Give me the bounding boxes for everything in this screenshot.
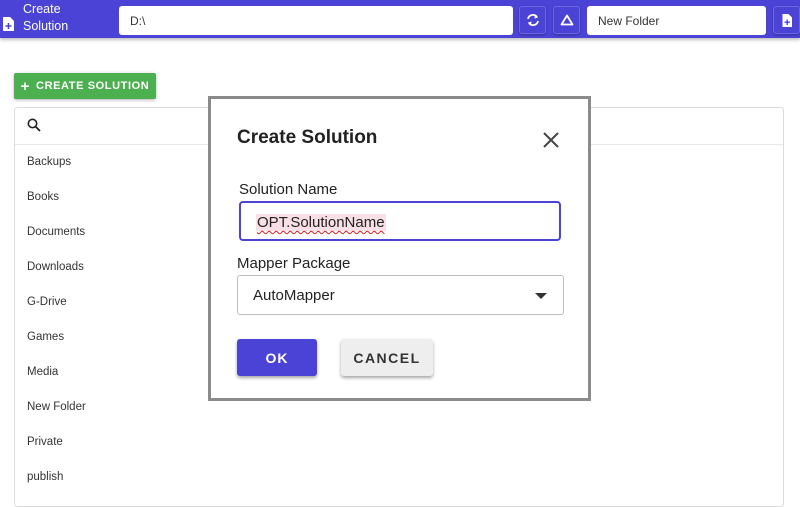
chevron-down-icon	[535, 293, 547, 299]
dialog-title: Create Solution	[237, 127, 378, 148]
cancel-button[interactable]: CANCEL	[341, 339, 433, 376]
mapper-package-value: AutoMapper	[253, 287, 335, 304]
mapper-package-label: Mapper Package	[237, 255, 351, 272]
mapper-package-select[interactable]: AutoMapper	[237, 275, 564, 315]
ok-button[interactable]: OK	[237, 339, 317, 376]
solution-name-label: Solution Name	[239, 181, 338, 198]
solution-name-value: OPT.SolutionName	[256, 214, 386, 231]
solution-name-input[interactable]: OPT.SolutionName	[239, 201, 561, 241]
close-icon[interactable]	[541, 130, 561, 150]
modal-overlay: Create Solution Solution Name OPT.Soluti…	[0, 0, 800, 497]
create-solution-dialog: Create Solution Solution Name OPT.Soluti…	[208, 96, 591, 401]
